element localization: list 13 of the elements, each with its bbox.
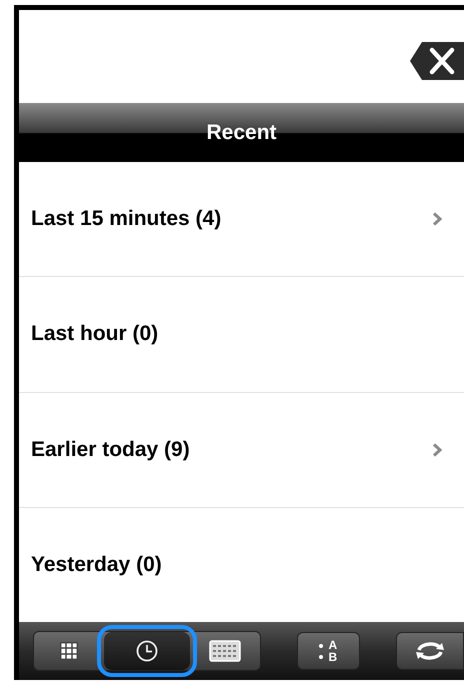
grid-icon [60, 642, 78, 660]
keyboard-icon [209, 640, 241, 662]
list-item[interactable]: Last 15 minutes (4) [19, 162, 464, 278]
list-item[interactable]: Yesterday (0) [19, 508, 464, 622]
refresh-icon [414, 641, 445, 661]
sort-button[interactable]: A B [297, 632, 360, 670]
clock-tab[interactable] [104, 632, 190, 670]
clock-icon [136, 640, 158, 662]
header-title: Recent [206, 120, 277, 144]
delete-key-icon[interactable] [410, 40, 464, 82]
list-item[interactable]: Last hour (0) [19, 277, 464, 392]
list-item[interactable]: Earlier today (9) [19, 392, 464, 508]
refresh-button[interactable] [396, 632, 464, 670]
